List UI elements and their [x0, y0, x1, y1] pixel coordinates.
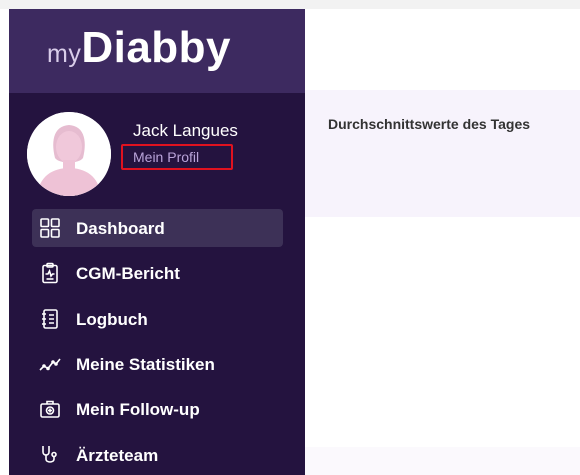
logo-name: Diabby — [81, 23, 232, 72]
logo-area: myDiabby — [9, 9, 305, 93]
nav-item-my-follow-up[interactable]: Mein Follow-up — [32, 390, 283, 428]
bottom-panel — [305, 447, 580, 475]
avatar — [27, 112, 111, 196]
nav-item-my-statistics[interactable]: Meine Statistiken — [32, 345, 283, 383]
nav-label-my-statistics: Meine Statistiken — [76, 355, 215, 374]
nav-label-doctor-team: Ärzteteam — [76, 446, 159, 465]
user-name: Jack Langues — [133, 121, 238, 140]
nav-label-cgm-report: CGM-Bericht — [76, 264, 180, 283]
line-chart-icon — [39, 358, 61, 371]
top-strip — [0, 0, 580, 9]
nav-item-logbook[interactable]: Logbuch — [32, 300, 283, 338]
daily-averages-panel — [305, 90, 580, 217]
sidebar: myDiabby Jack Langues Mein Profil Dashbo… — [9, 9, 305, 475]
nav-label-dashboard: Dashboard — [76, 219, 165, 238]
logo-prefix: my — [47, 40, 82, 68]
nav-item-dashboard[interactable]: Dashboard — [32, 209, 283, 247]
nav-item-doctor-team[interactable]: Ärzteteam — [32, 436, 283, 474]
my-profile-link[interactable]: Mein Profil — [121, 144, 233, 170]
notebook-icon — [42, 309, 58, 329]
daily-averages-title: Durchschnittswerte des Tages — [328, 116, 531, 132]
medical-case-icon — [40, 400, 60, 418]
nav-item-cgm-report[interactable]: CGM-Bericht — [32, 254, 283, 292]
nav-label-my-follow-up: Mein Follow-up — [76, 400, 200, 419]
stethoscope-icon — [42, 446, 57, 463]
dashboard-grid-icon — [40, 218, 60, 238]
app-logo[interactable]: myDiabby — [47, 23, 231, 73]
nav-label-logbook: Logbuch — [76, 310, 148, 329]
clipboard-report-icon — [42, 262, 58, 284]
